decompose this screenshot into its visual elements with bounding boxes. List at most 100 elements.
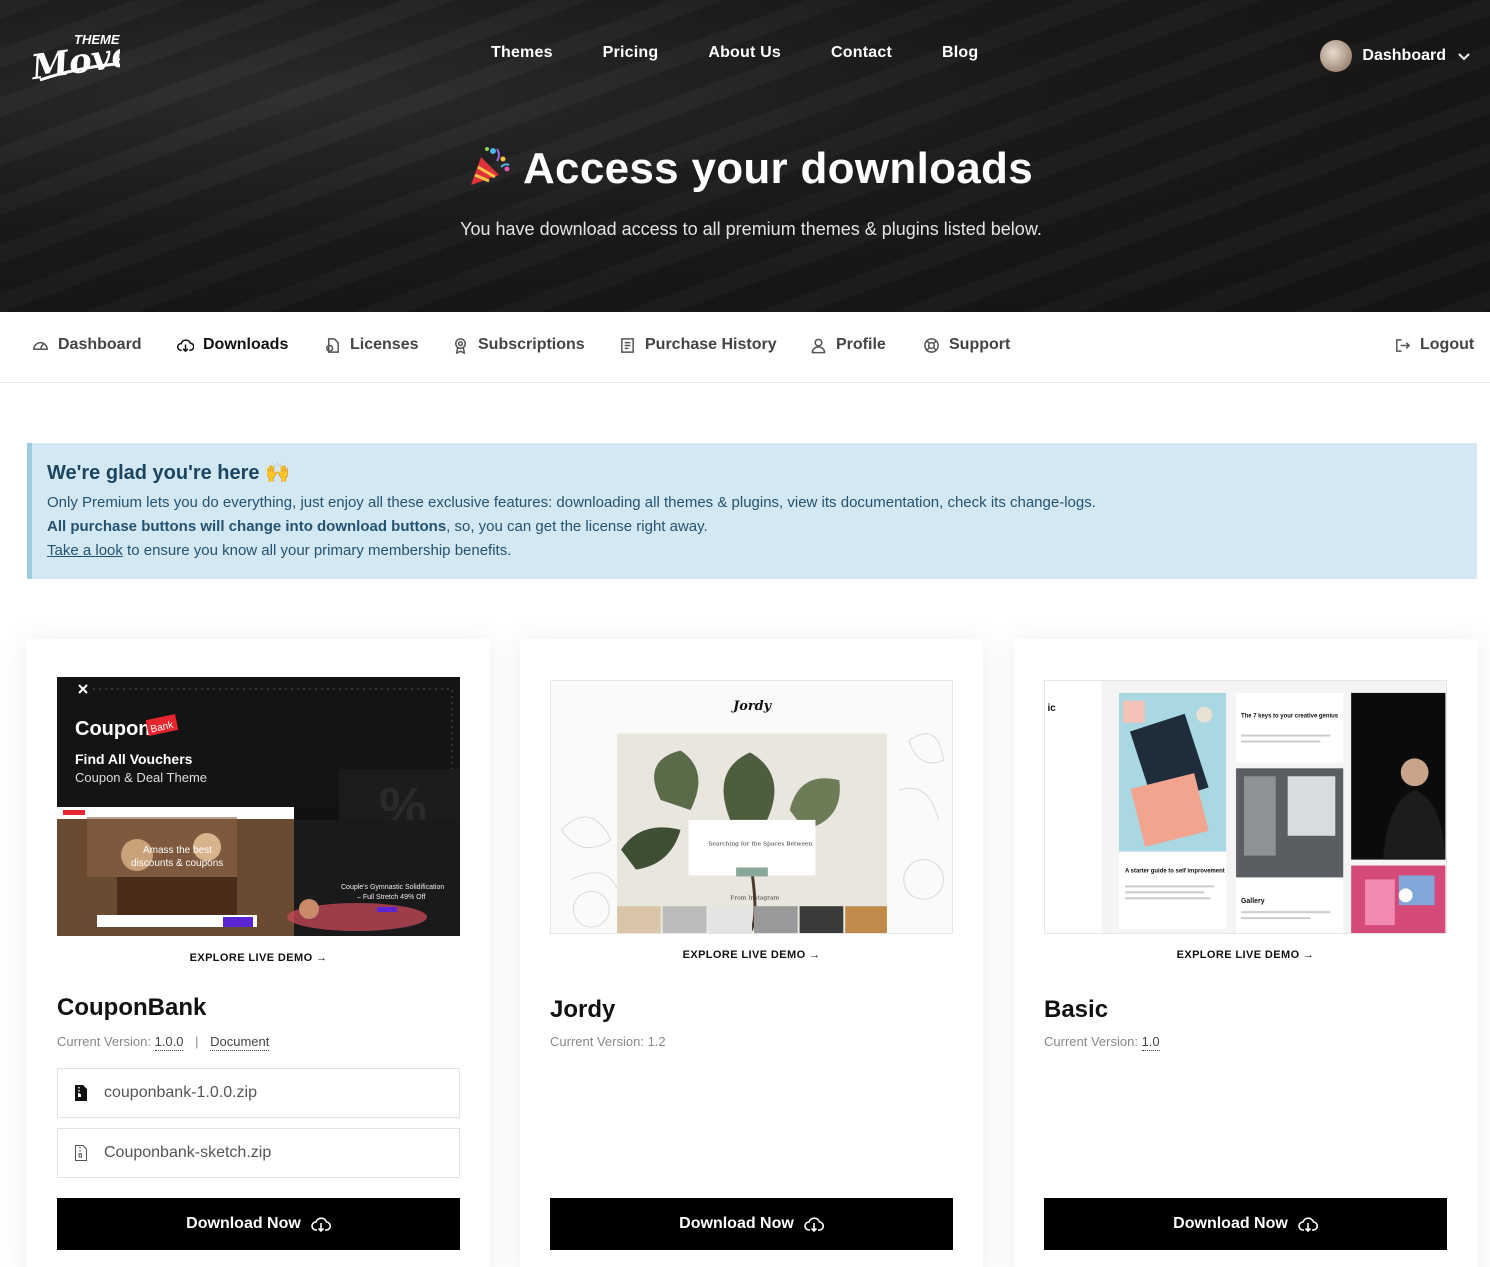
document-link[interactable]: Document [210,1034,270,1051]
logout-icon [1396,338,1411,352]
dashboard-icon [33,341,48,350]
file-archive-icon [75,1145,87,1161]
avatar [1320,40,1353,72]
tab-label: Logout [1420,336,1475,353]
lifebuoy-icon [924,337,939,353]
version-prefix: Current Version: [57,1034,151,1049]
jordy-thumbnail[interactable]: Jordy Searching for the Spaces Between F… [550,680,953,934]
party-popper-icon [470,147,510,185]
user-menu[interactable]: Dashboard [1320,40,1472,72]
file-name: couponbank-1.0.0.zip [104,1084,257,1101]
tab-support[interactable]: Support [923,336,1010,354]
page-subtitle: You have download access to all premium … [460,219,1042,239]
thumb-section-label: From Instagram [730,894,779,901]
explore-live-demo-link[interactable]: EXPLORE LIVE DEMO → [1014,949,1477,961]
tab-label: Subscriptions [478,336,585,353]
user-icon [811,338,826,353]
product-card-jordy: Jordy Searching for the Spaces Between F… [520,639,983,1267]
thumb-promo-text: Amass the best [143,845,212,856]
product-version-line: Current Version: 1.0.0 | Document [57,1034,270,1051]
notice-line-3: Take a look to ensure you know all your … [47,539,1477,563]
product-card-basic: ic A starter guide to self improvement T… [1014,639,1477,1267]
tab-licenses[interactable]: Licenses [324,336,418,354]
user-menu-label: Dashboard [1362,47,1446,64]
thememove-logo[interactable]: THEME Move [30,28,120,86]
couponbank-thumbnail[interactable]: Coupon Bank Find All Vouchers Coupon & D… [57,677,460,936]
membership-notice: We're glad you're here 🙌 Only Premium le… [27,443,1477,579]
svg-text:Couple's Gymnastic Solidificat: Couple's Gymnastic Solidification [341,884,444,891]
take-a-look-link[interactable]: Take a look [47,542,123,559]
file-zip-icon [75,1085,87,1101]
account-tab-bar: Dashboard Downloads Licenses Subscriptio… [0,312,1490,383]
thumb-brand-text: Coupon [75,718,151,740]
separator: | [195,1034,199,1049]
file-row-sketch[interactable]: Couponbank-sketch.zip [57,1128,460,1178]
cloud-download-icon [177,338,194,352]
product-title: CouponBank [57,994,207,1021]
nav-blog[interactable]: Blog [942,44,978,62]
download-now-button[interactable]: Download Now [550,1198,953,1250]
product-card-couponbank: Coupon Bank Find All Vouchers Coupon & D… [27,639,490,1267]
product-version-line: Current Version: 1.2 [550,1034,666,1049]
download-label: Download Now [1173,1215,1288,1232]
notice-line-2: All purchase buttons will change into do… [47,515,1477,539]
page-title-text: Access your downloads [522,144,1033,193]
thumb-caption: Searching for the Spaces Between [708,841,812,848]
cloud-download-icon [311,1217,331,1233]
download-label: Download Now [679,1215,794,1232]
hero-header: THEME Move Themes Pricing About Us Conta… [0,0,1490,312]
nav-contact[interactable]: Contact [831,44,892,62]
product-title: Jordy [550,996,616,1023]
version-prefix: Current Version: [1044,1034,1138,1049]
thumb-post-title: The 7 keys to your creative genius [1241,714,1339,720]
version-number[interactable]: 1.0 [1141,1034,1160,1051]
product-title: Basic [1044,996,1109,1023]
explore-label: EXPLORE LIVE DEMO [189,952,313,964]
tab-profile[interactable]: Profile [810,336,886,354]
thumb-brand-text: Jordy [730,699,772,714]
product-version-line: Current Version: 1.0 [1044,1034,1160,1051]
tab-logout[interactable]: Logout [1394,336,1474,354]
svg-text:ic: ic [1048,703,1057,714]
cloud-download-icon [804,1217,824,1233]
receipt-icon [621,337,634,353]
file-name: Couponbank-sketch.zip [104,1144,272,1161]
explore-live-demo-link[interactable]: EXPLORE LIVE DEMO → [27,952,490,964]
notice-line-3-rest: to ensure you know all your primary memb… [122,542,512,559]
page-title: Access your downloads [0,144,1490,194]
tab-label: Support [949,336,1011,353]
tab-label: Licenses [350,336,419,353]
nav-about-us[interactable]: About Us [708,44,781,62]
svg-text:discounts & coupons: discounts & coupons [131,858,223,869]
explore-label: EXPLORE LIVE DEMO [1176,949,1300,961]
download-now-button[interactable]: Download Now [1044,1198,1447,1250]
explore-live-demo-link[interactable]: EXPLORE LIVE DEMO → [520,949,983,961]
tab-dashboard[interactable]: Dashboard [32,336,142,354]
nav-pricing[interactable]: Pricing [603,44,659,62]
notice-line-1: Only Premium lets you do everything, jus… [47,494,1096,511]
thumb-post-title: Gallery [1241,898,1265,905]
tab-label: Downloads [203,336,289,353]
notice-line-2-rest: , so, you can get the license right away… [446,518,708,535]
tab-downloads[interactable]: Downloads [177,336,288,354]
thumb-subline: Coupon & Deal Theme [75,770,207,785]
notice-title: We're glad you're here 🙌 [47,462,291,484]
basic-thumbnail[interactable]: ic A starter guide to self improvement T… [1044,680,1447,934]
license-icon [326,337,339,353]
notice-bold-text: All purchase buttons will change into do… [47,518,447,535]
nav-themes[interactable]: Themes [491,44,553,62]
version-prefix: Current Version: [550,1034,644,1049]
explore-label: EXPLORE LIVE DEMO [682,949,806,961]
tab-purchase-history[interactable]: Purchase History [619,336,777,354]
download-now-button[interactable]: Download Now [57,1198,460,1250]
version-number[interactable]: 1.0.0 [154,1034,184,1051]
cloud-download-icon [1298,1217,1318,1233]
tab-subscriptions[interactable]: Subscriptions [452,336,585,354]
tab-label: Profile [836,336,886,353]
tab-label: Dashboard [58,336,142,353]
top-navigation: Themes Pricing About Us Contact Blog [491,44,978,62]
download-label: Download Now [186,1215,301,1232]
file-row-zip[interactable]: couponbank-1.0.0.zip [57,1068,460,1118]
award-icon [455,337,466,354]
thumb-headline: Find All Vouchers [75,751,193,767]
